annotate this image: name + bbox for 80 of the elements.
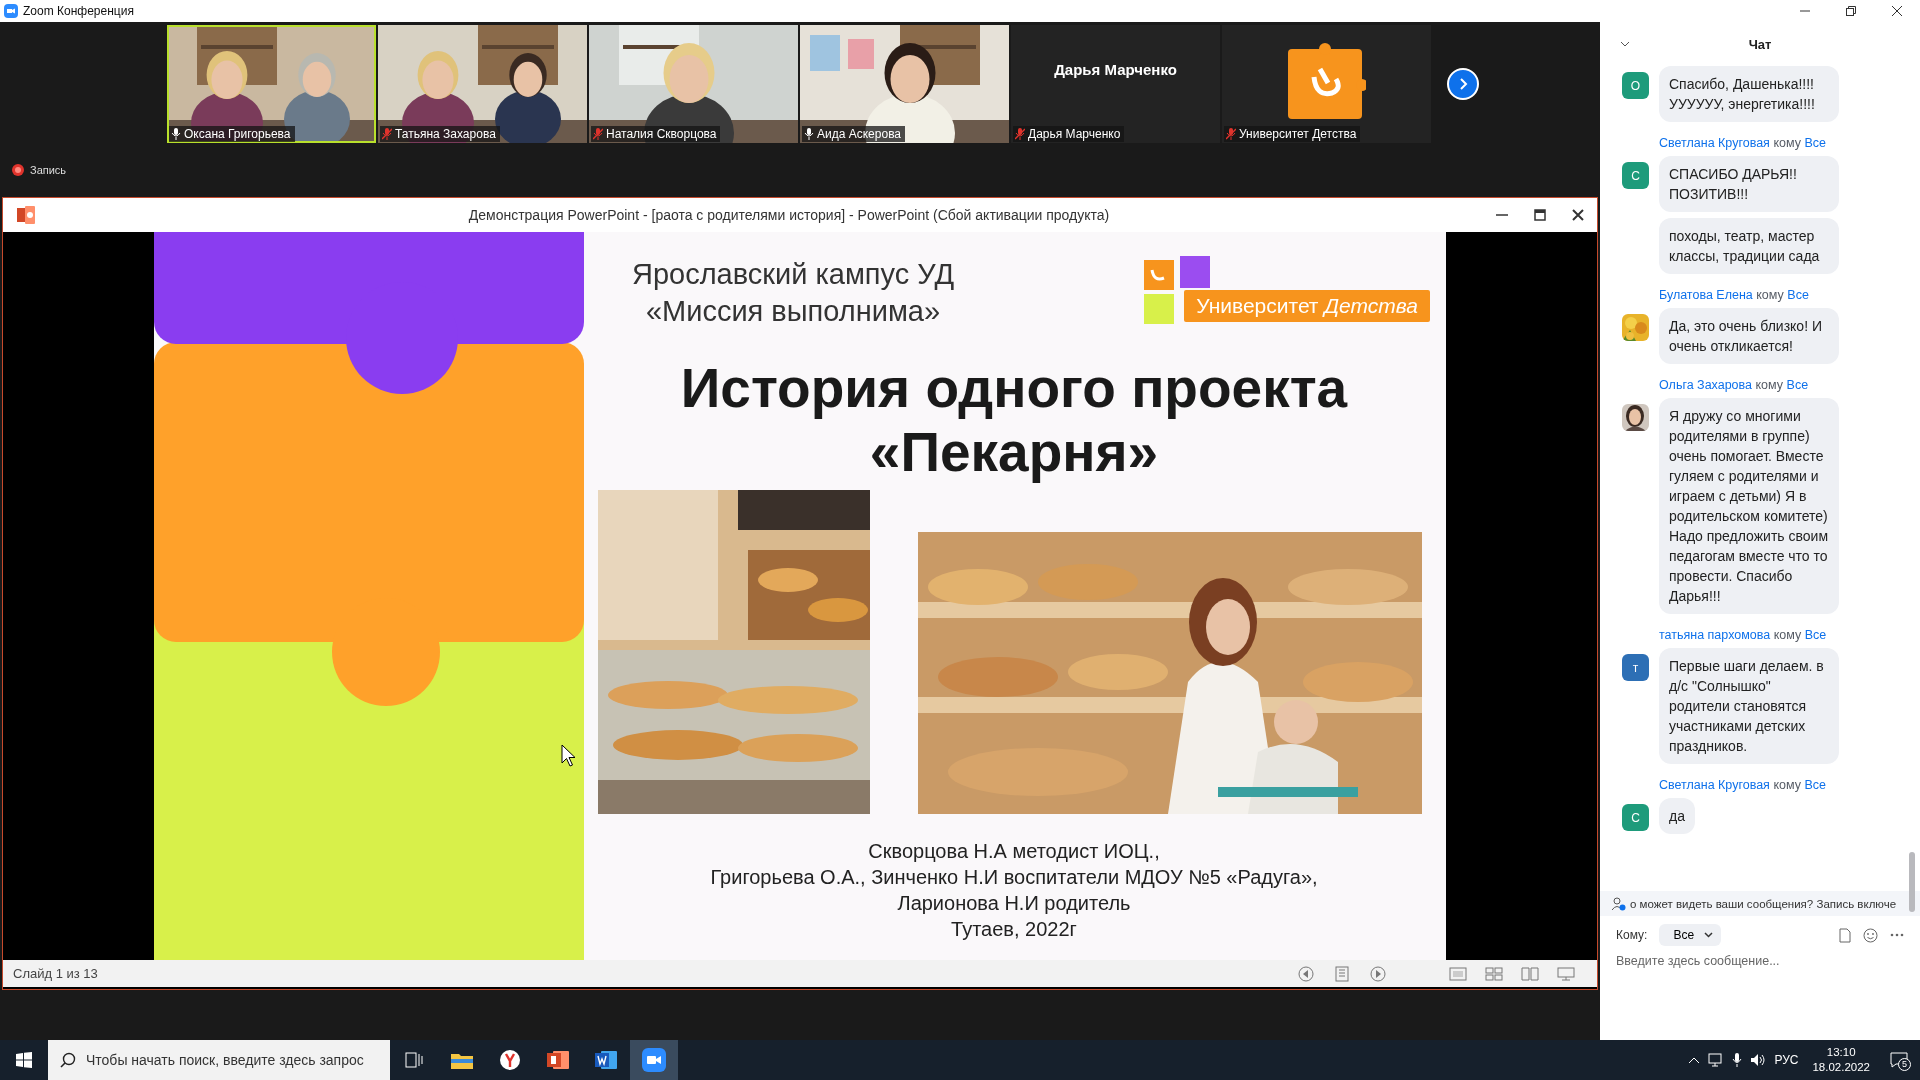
slide-counter: Слайд 1 из 13 [13,966,99,981]
close-icon [1892,6,1902,16]
person-icon [1612,896,1626,911]
message-sender: Светлана Круговая кому Все [1659,136,1827,150]
message-bubble: походы, театр, мастер классы, традиции сада [1659,218,1839,274]
slide-title: «Пекарня» [868,420,1160,484]
maximize-icon [1534,209,1546,221]
participant-name: Дарья Марченко [1028,127,1121,141]
camera-icon [4,4,18,18]
message-sender: Ольга Захарова кому Все [1659,378,1810,392]
record-icon [12,164,24,176]
message-bubble: Я дружу со многими родителями в группе) очень помогает. Вместе гуляем с родителями и играем с детьми) Я в родительском комитете) Надо предложить своим педагогам вместе что то провести. Спасибо Дарья!!! [1659,398,1839,614]
participant-name: Дарья Марченко [1053,59,1178,80]
recipient-dropdown[interactable]: Все [1659,924,1722,946]
search-placeholder: Чтобы начать поиск, введите здесь запрос [86,1052,364,1068]
speech-bubble-icon [1890,1052,1908,1068]
close-icon [1572,209,1584,221]
participant-name: Наталия Скворцова [606,127,717,141]
slide-subtitle: «Миссия выполнима» [644,294,942,329]
logo-text: Университет Детства [1184,290,1430,322]
volume-icon[interactable] [1750,1053,1767,1067]
message-bubble: Спасибо, Дашенька!!!! УУУУУУ, энергетика!!!! [1659,66,1839,122]
video-tile[interactable]: Университет Детства [1222,25,1431,143]
credits-line: Тутаев, 2022г [950,917,1078,942]
message-sender: Светлана Круговая кому Все [1659,778,1827,792]
chevron-up-icon[interactable] [1688,1056,1701,1064]
window-title: Zoom Конференция [23,4,135,18]
scrollbar[interactable] [1909,852,1915,912]
avatar: С [1622,804,1649,831]
notifications-button[interactable]: 5 [1884,1045,1914,1075]
recording-label: Запись [30,164,67,176]
presentation-app-icon [17,206,35,224]
next-page-button[interactable] [1447,68,1479,100]
video-tile[interactable]: Наталия Скворцова [589,25,798,143]
avatar: С [1622,162,1649,189]
video-app-icon[interactable] [630,1040,678,1080]
credits-line: Ларионова Н.И родитель [896,891,1132,916]
cursor-icon [561,744,577,768]
credits-line: Григорьева О.А., Зинченко Н.И воспитатели МДОУ №5 «Радуга», [709,865,1319,890]
message-input[interactable]: Введите здесь сообщение... [1616,954,1904,968]
avatar: т [1622,654,1649,681]
video-tile[interactable]: Оксана Григорьева [167,25,376,143]
emoji-button[interactable] [1863,927,1878,943]
message-sender: татьяна пархомова кому Все [1659,628,1828,642]
privacy-notice[interactable]: о может видеть ваши сообщения? Запись включе [1600,891,1920,916]
recipient-label: Кому: [1616,928,1648,942]
message-sender: Булатова Елена кому Все [1659,288,1810,302]
notification-count: 5 [1898,1058,1911,1071]
slide-subtitle: Ярославский кампус УД [632,257,955,292]
windows-logo-icon [16,1052,32,1068]
message-bubble: СПАСИБО ДАРЬЯ!! ПОЗИТИВ!!! [1659,156,1839,212]
participant-name: Оксана Григорьева [184,127,291,141]
message-bubble: да [1659,798,1695,834]
credits-line: Скворцова Н.А методист ИОЦ., [867,839,1161,864]
search-icon [60,1052,76,1068]
clock[interactable]: 13:10 18.02.2022 [1806,1045,1876,1075]
notice-text: о может видеть ваши сообщения? Запись включе [1630,897,1897,910]
slide-title: История одного проекта [679,356,1349,420]
caret-icon [1704,932,1714,938]
chevron-right-icon [1457,77,1469,91]
video-tile[interactable]: Аида Аскерова [800,25,1009,143]
language-indicator[interactable]: РУС [1774,1053,1799,1067]
message-bubble: Первые шаги делаем. в д/с "Солнышко" родители становятся участниками детских праздников. [1659,648,1839,764]
message-bubble: Да, это очень близко! И очень откликается! [1659,308,1839,364]
more-button[interactable] [1890,933,1904,937]
network-icon[interactable] [1708,1053,1725,1067]
avatar: О [1622,72,1649,99]
task-view-icon [405,1052,423,1068]
restore-icon [1846,6,1856,16]
chat-title: Чат [1747,36,1773,52]
presentation-title: Демонстрация PowerPoint - [раота с родителями история] - PowerPoint (Сбой активации продукта) [467,207,1111,223]
participant-name: Аида Аскерова [817,127,902,141]
video-tile[interactable]: Дарья Марченко Дарья Марченко [1011,25,1220,143]
search-field[interactable]: Чтобы начать поиск, введите здесь запрос [48,1040,390,1080]
participant-name: Татьяна Захарова [395,127,496,141]
video-tile[interactable]: Татьяна Захарова [378,25,587,143]
mic-icon[interactable] [1732,1053,1743,1067]
participant-name: Университет Детства [1239,127,1357,141]
file-button[interactable] [1839,927,1851,943]
chevron-icon[interactable] [1620,41,1630,47]
